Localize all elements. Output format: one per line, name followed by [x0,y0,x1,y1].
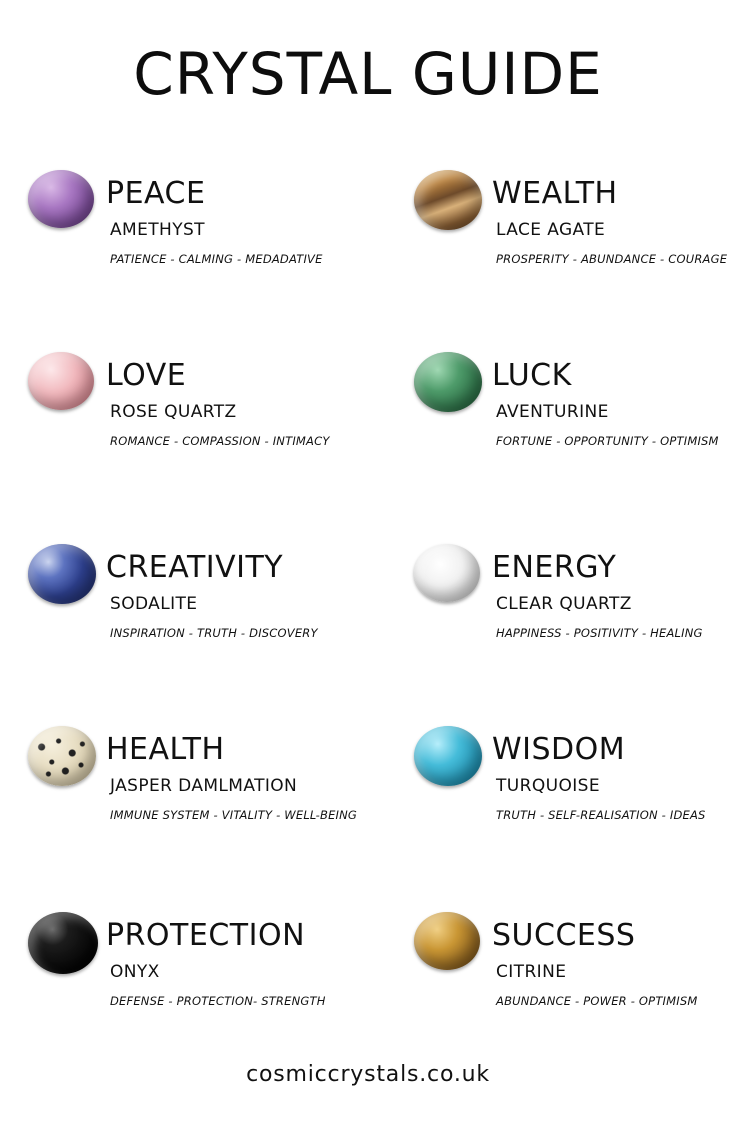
crystal-entry-protection: PROTECTION ONYX DEFENSE - PROTECTION- ST… [28,908,358,1028]
crystal-traits: FORTUNE - OPPORTUNITY - OPTIMISM [496,434,719,448]
crystal-traits: IMMUNE SYSTEM - VITALITY - WELL-BEING [110,808,358,822]
rose-quartz-stone-icon [28,352,94,410]
crystal-entry-health: HEALTH JASPER DAMLMATION IMMUNE SYSTEM -… [28,722,358,842]
crystal-heading: SUCCESS [492,918,636,953]
crystal-traits: DEFENSE - PROTECTION- STRENGTH [110,994,326,1008]
turquoise-stone-icon [414,726,482,786]
crystal-heading: ENERGY [492,550,617,585]
crystal-entry-energy: ENERGY CLEAR QUARTZ HAPPINESS - POSITIVI… [414,540,736,660]
amethyst-stone-icon [28,170,94,228]
crystal-stone-name: ROSE QUARTZ [110,402,237,422]
crystal-stone-name: CITRINE [496,962,567,982]
crystal-heading: WEALTH [492,176,618,211]
crystal-stone-name: CLEAR QUARTZ [496,594,632,614]
crystal-entry-success: SUCCESS CITRINE ABUNDANCE - POWER - OPTI… [414,908,736,1028]
crystal-traits: HAPPINESS - POSITIVITY - HEALING [496,626,703,640]
crystal-stone-name: ONYX [110,962,160,982]
crystal-heading: LOVE [106,358,187,393]
crystal-stone-name: JASPER DAMLMATION [110,776,298,796]
aventurine-stone-icon [414,352,482,412]
crystal-entry-creativity: CREATIVITY SODALITE INSPIRATION - TRUTH … [28,540,358,660]
crystal-traits: ABUNDANCE - POWER - OPTIMISM [496,994,698,1008]
crystal-traits: PROSPERITY - ABUNDANCE - COURAGE [496,252,728,266]
crystal-stone-name: AMETHYST [110,220,205,240]
crystal-heading: WISDOM [492,732,626,767]
lace-agate-stone-icon [414,170,482,230]
crystal-stone-name: TURQUOISE [496,776,600,796]
crystal-traits: TRUTH - SELF-REALISATION - IDEAS [496,808,706,822]
clear-quartz-stone-icon [414,544,480,602]
crystal-stone-name: SODALITE [110,594,198,614]
website-footer: cosmiccrystals.co.uk [246,1062,490,1087]
crystal-heading: LUCK [492,358,572,393]
dalmatian-jasper-stone-icon [28,726,96,786]
crystal-traits: PATIENCE - CALMING - MEDADATIVE [110,252,323,266]
crystal-heading: CREATIVITY [106,550,284,585]
crystal-entry-love: LOVE ROSE QUARTZ ROMANCE - COMPASSION - … [28,348,358,468]
sodalite-stone-icon [28,544,96,604]
crystal-stone-name: LACE AGATE [496,220,606,240]
crystal-stone-name: AVENTURINE [496,402,609,422]
crystal-entry-wealth: WEALTH LACE AGATE PROSPERITY - ABUNDANCE… [414,166,736,286]
crystal-heading: PROTECTION [106,918,306,953]
crystal-traits: ROMANCE - COMPASSION - INTIMACY [110,434,330,448]
crystal-entry-peace: PEACE AMETHYST PATIENCE - CALMING - MEDA… [28,166,358,286]
crystal-heading: HEALTH [106,732,225,767]
page-title: CRYSTAL GUIDE [133,40,603,108]
crystal-traits: INSPIRATION - TRUTH - DISCOVERY [110,626,318,640]
onyx-stone-icon [28,912,98,974]
citrine-stone-icon [414,912,480,970]
crystal-entry-luck: LUCK AVENTURINE FORTUNE - OPPORTUNITY - … [414,348,736,468]
crystal-heading: PEACE [106,176,206,211]
crystal-entry-wisdom: WISDOM TURQUOISE TRUTH - SELF-REALISATIO… [414,722,736,842]
